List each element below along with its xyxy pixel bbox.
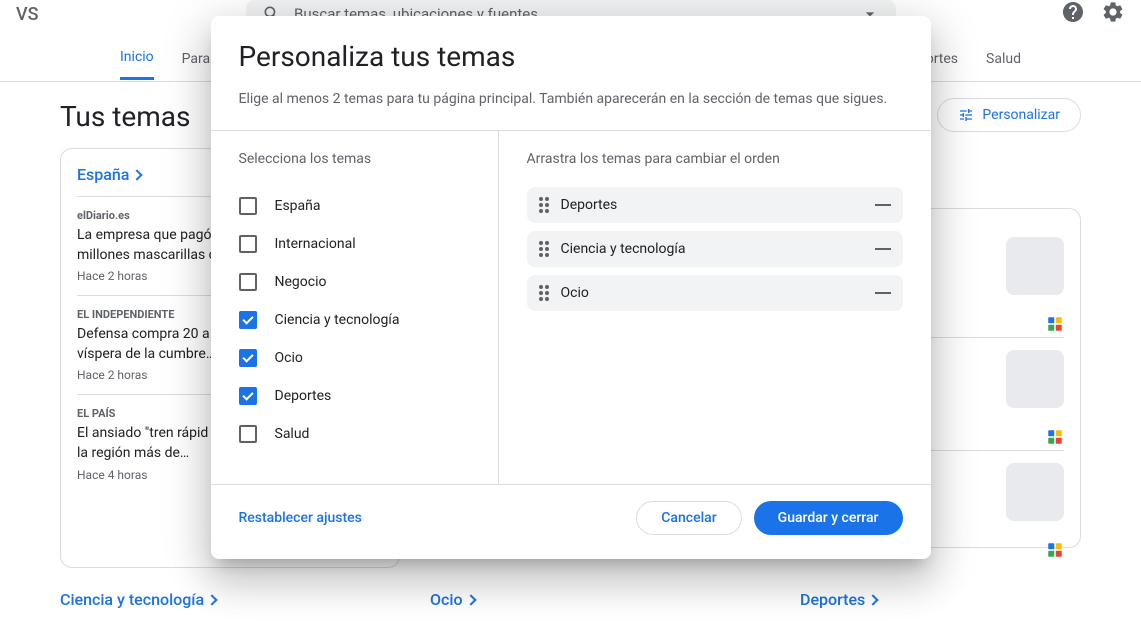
topic-checkbox-row[interactable]: Ciencia y tecnología [239,301,470,339]
drag-item[interactable]: Ocio [527,275,903,311]
reset-button[interactable]: Restablecer ajustes [239,510,362,526]
remove-icon[interactable] [875,292,891,294]
checkbox[interactable] [239,197,257,215]
drag-item[interactable]: Deportes [527,187,903,223]
checkbox-label: Salud [275,426,310,442]
checkbox[interactable] [239,235,257,253]
drag-handle-icon[interactable] [539,241,549,257]
modal-subtitle: Elige al menos 2 temas para tu página pr… [239,89,903,110]
checkbox[interactable] [239,387,257,405]
topic-checkbox-row[interactable]: Internacional [239,225,470,263]
modal-backdrop: Personaliza tus temas Elige al menos 2 t… [0,0,1141,600]
topic-checkbox-row[interactable]: Negocio [239,263,470,301]
checkbox-label: Negocio [275,274,327,290]
checkbox-label: Ciencia y tecnología [275,312,400,328]
topic-checkbox-row[interactable]: Deportes [239,377,470,415]
checkbox[interactable] [239,311,257,329]
remove-icon[interactable] [875,248,891,250]
checkbox[interactable] [239,425,257,443]
remove-icon[interactable] [875,204,891,206]
order-panel-title: Arrastra los temas para cambiar el orden [527,151,903,167]
drag-handle-icon[interactable] [539,197,549,213]
topic-select-panel: Selecciona los temas España Internacional… [211,131,499,484]
checkbox[interactable] [239,273,257,291]
checkbox-label: Deportes [275,388,332,404]
topic-checkbox-row[interactable]: Ocio [239,339,470,377]
checkbox[interactable] [239,349,257,367]
checkbox-label: Internacional [275,236,356,252]
checkbox-label: España [275,198,321,214]
topic-order-panel: Arrastra los temas para cambiar el orden… [499,131,931,484]
personalize-modal: Personaliza tus temas Elige al menos 2 t… [211,16,931,559]
topic-checkbox-row[interactable]: España [239,187,470,225]
select-panel-title: Selecciona los temas [239,151,470,167]
drag-label: Ocio [561,285,863,301]
drag-label: Ciencia y tecnología [561,241,863,257]
modal-title: Personaliza tus temas [239,40,903,73]
drag-handle-icon[interactable] [539,285,549,301]
checkbox-label: Ocio [275,350,303,366]
cancel-button[interactable]: Cancelar [636,501,741,535]
save-button[interactable]: Guardar y cerrar [754,501,903,535]
drag-item[interactable]: Ciencia y tecnología [527,231,903,267]
topic-checkbox-row[interactable]: Salud [239,415,470,453]
drag-label: Deportes [561,197,863,213]
